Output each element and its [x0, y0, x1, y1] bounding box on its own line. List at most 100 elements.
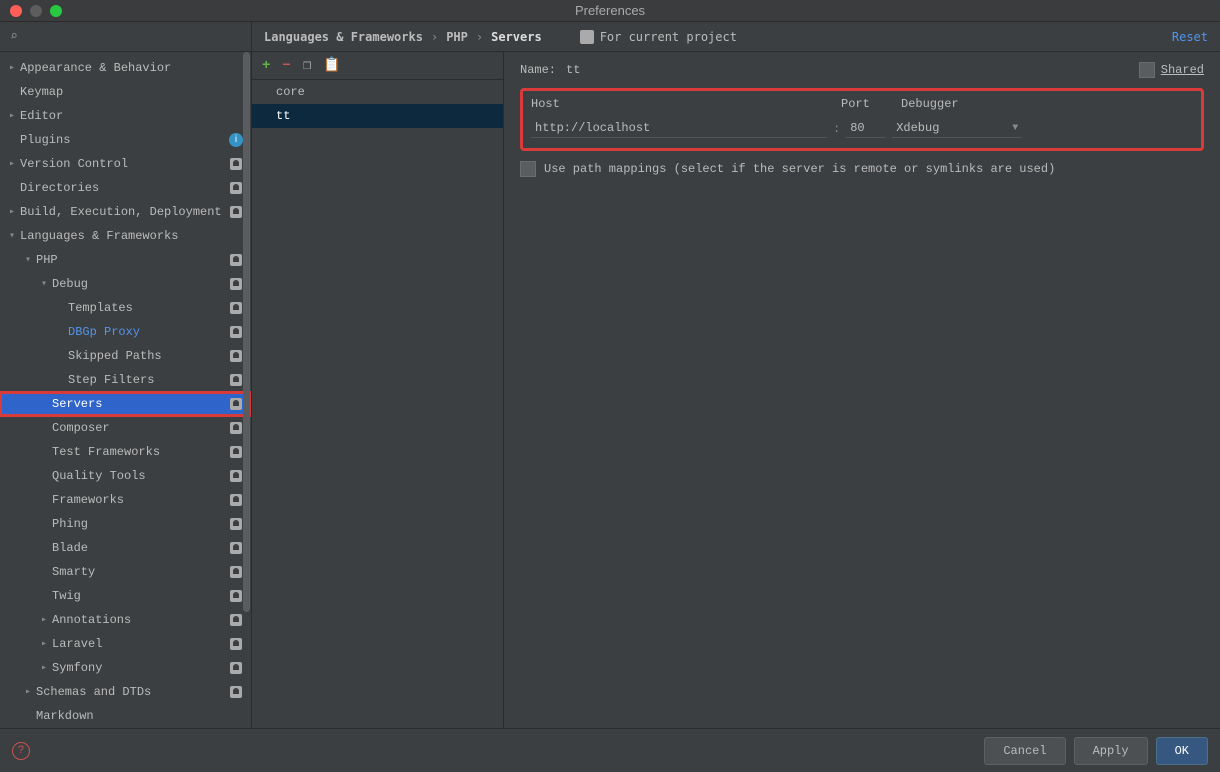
tree-item-label: PHP [36, 253, 229, 267]
add-server-icon[interactable]: + [262, 58, 270, 74]
tree-item-label: Keymap [20, 85, 229, 99]
path-mappings-checkbox[interactable] [520, 161, 536, 177]
tree-item[interactable]: Skipped Paths [0, 344, 251, 368]
tree-item[interactable]: Directories [0, 176, 251, 200]
paste-server-icon[interactable]: 📋 [323, 57, 340, 74]
breadcrumb-item[interactable]: PHP [446, 30, 468, 44]
tree-item[interactable]: Keymap [0, 80, 251, 104]
tree-item-label: Servers [52, 397, 229, 411]
close-window-button[interactable] [10, 5, 22, 17]
tree-item-label: Build, Execution, Deployment [20, 205, 229, 219]
tree-item[interactable]: Servers [0, 392, 251, 416]
host-input[interactable] [531, 119, 827, 138]
tree-item[interactable]: Quality Tools [0, 464, 251, 488]
tree-item[interactable]: ▸Build, Execution, Deployment [0, 200, 251, 224]
breadcrumb-separator: › [476, 30, 483, 44]
tree-item-label: Frameworks [52, 493, 229, 507]
tree-item-label: Test Frameworks [52, 445, 229, 459]
tree-item[interactable]: ▸Version Control [0, 152, 251, 176]
window-title: Preferences [575, 3, 645, 18]
breadcrumb-item[interactable]: Languages & Frameworks [264, 30, 423, 44]
chevron-icon: ▾ [20, 254, 36, 266]
breadcrumb-separator: › [431, 30, 438, 44]
host-port-debugger-group: Host Port Debugger : Xdebug ▼ [520, 88, 1204, 151]
tree-item[interactable]: ▸Annotations [0, 608, 251, 632]
shared-label[interactable]: Shared [1161, 63, 1204, 77]
port-label: Port [841, 97, 901, 111]
chevron-icon: ▸ [36, 614, 52, 626]
debugger-label: Debugger [901, 97, 959, 111]
tree-item[interactable]: Phing [0, 512, 251, 536]
tree-item[interactable]: ▸Schemas and DTDs [0, 680, 251, 704]
server-list[interactable]: corett [252, 80, 503, 728]
host-port-separator: : [833, 122, 840, 136]
tree-item[interactable]: Templates [0, 296, 251, 320]
tree-item-label: Debug [52, 277, 229, 291]
tree-item[interactable]: Step Filters [0, 368, 251, 392]
chevron-icon: ▸ [20, 686, 36, 698]
breadcrumb-item: Servers [491, 30, 542, 44]
search-icon[interactable]: ⌕ [10, 29, 18, 44]
tree-item[interactable]: ▸Appearance & Behavior [0, 56, 251, 80]
remove-server-icon[interactable]: − [282, 58, 290, 74]
search-row: ⌕ [0, 22, 251, 52]
host-label: Host [531, 97, 841, 111]
tree-item[interactable]: ▾PHP [0, 248, 251, 272]
shared-checkbox[interactable] [1139, 62, 1155, 78]
tree-item[interactable]: ▾Languages & Frameworks [0, 224, 251, 248]
scrollbar-thumb[interactable] [243, 52, 250, 612]
dialog-footer: ? Cancel Apply OK [0, 728, 1220, 772]
tree-item[interactable]: Pluginsi [0, 128, 251, 152]
tree-item[interactable]: DBGp Proxy [0, 320, 251, 344]
cancel-button[interactable]: Cancel [984, 737, 1065, 765]
chevron-down-icon: ▼ [1012, 123, 1018, 134]
help-icon[interactable]: ? [12, 742, 30, 760]
copy-server-icon[interactable]: ❐ [303, 57, 311, 74]
tree-item[interactable]: Smarty [0, 560, 251, 584]
chevron-icon: ▸ [4, 158, 20, 170]
minimize-window-button[interactable] [30, 5, 42, 17]
chevron-icon: ▸ [36, 638, 52, 650]
chevron-icon: ▾ [4, 230, 20, 242]
tree-item-label: Appearance & Behavior [20, 61, 229, 75]
apply-button[interactable]: Apply [1074, 737, 1148, 765]
chevron-icon: ▸ [4, 206, 20, 218]
sidebar-scrollbar[interactable] [241, 52, 251, 728]
tree-item-label: Editor [20, 109, 229, 123]
tree-item[interactable]: Twig [0, 584, 251, 608]
debugger-select[interactable]: Xdebug ▼ [892, 119, 1022, 138]
reset-link[interactable]: Reset [1172, 30, 1208, 44]
server-name-input[interactable] [566, 63, 1129, 77]
tree-item[interactable]: ▾Debug [0, 272, 251, 296]
tree-item-label: Symfony [52, 661, 229, 675]
tree-item[interactable]: ▸Editor [0, 104, 251, 128]
tree-item-label: Templates [68, 301, 229, 315]
tree-item[interactable]: Frameworks [0, 488, 251, 512]
project-scope-badge: For current project [580, 30, 737, 44]
tree-item-label: Directories [20, 181, 229, 195]
tree-item-label: Schemas and DTDs [36, 685, 229, 699]
maximize-window-button[interactable] [50, 5, 62, 17]
tree-item-label: Annotations [52, 613, 229, 627]
debugger-value: Xdebug [896, 121, 939, 135]
chevron-icon: ▸ [4, 110, 20, 122]
ok-button[interactable]: OK [1156, 737, 1208, 765]
tree-item-label: Quality Tools [52, 469, 229, 483]
tree-item[interactable]: Test Frameworks [0, 440, 251, 464]
tree-item[interactable]: ▸Laravel [0, 632, 251, 656]
tree-item[interactable]: Markdown [0, 704, 251, 728]
chevron-icon: ▾ [36, 278, 52, 290]
tree-item-label: Blade [52, 541, 229, 555]
titlebar: Preferences [0, 0, 1220, 22]
path-mappings-label[interactable]: Use path mappings (select if the server … [544, 162, 1055, 176]
tree-item[interactable]: Composer [0, 416, 251, 440]
server-list-panel: + − ❐ 📋 corett [252, 52, 504, 728]
settings-tree[interactable]: ▸Appearance & BehaviorKeymap▸EditorPlugi… [0, 52, 251, 728]
tree-item[interactable]: ▸Symfony [0, 656, 251, 680]
server-list-item[interactable]: core [252, 80, 503, 104]
server-list-item[interactable]: tt [252, 104, 503, 128]
port-input[interactable] [846, 119, 886, 138]
project-scope-label: For current project [600, 30, 737, 44]
tree-item[interactable]: Blade [0, 536, 251, 560]
tree-item-label: Twig [52, 589, 229, 603]
